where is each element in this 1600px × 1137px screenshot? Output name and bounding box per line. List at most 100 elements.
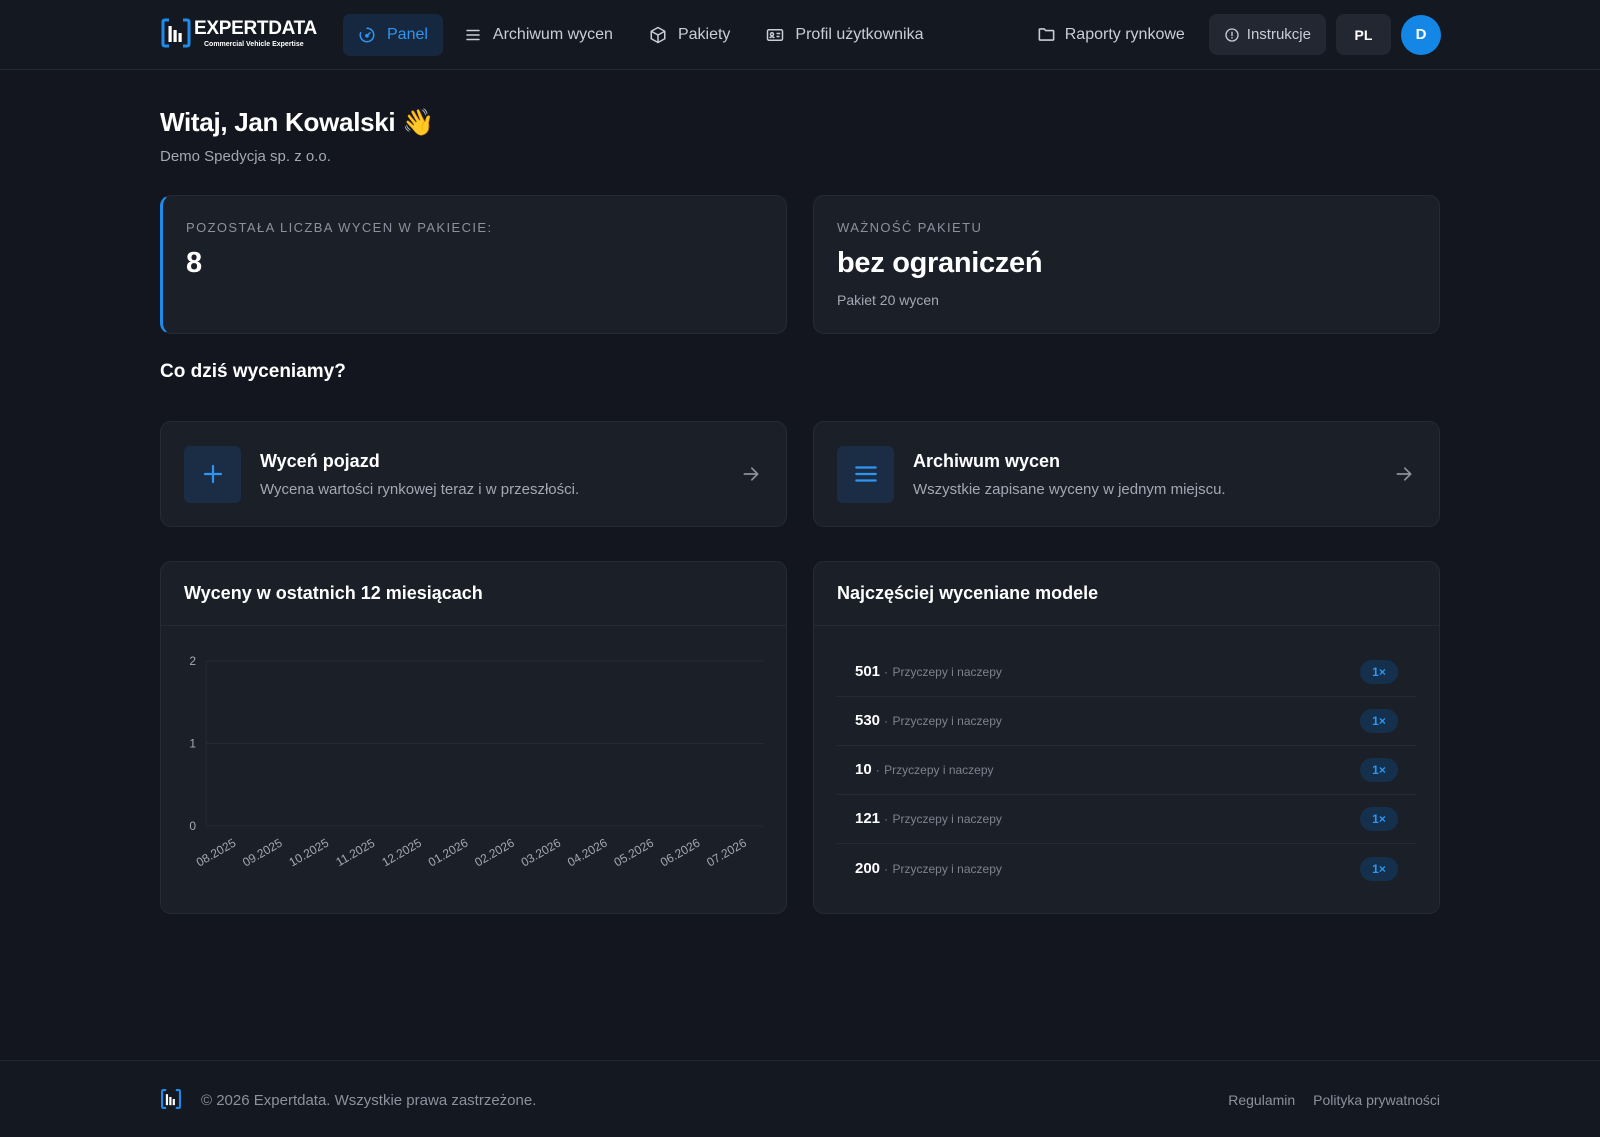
nav-profile-label: Profil użytkownika bbox=[795, 26, 924, 43]
valuations-chart: 0 1 2 08.2025 09.2025 10.2025 11.2025 12.2025 01… bbox=[189, 654, 763, 870]
x-tick-label: 08.2025 bbox=[194, 835, 239, 869]
y-tick-label: 0 bbox=[189, 819, 196, 833]
language-switcher[interactable]: PL bbox=[1336, 14, 1391, 55]
list-icon-tile bbox=[837, 445, 894, 503]
list-item[interactable]: 121 · Przyczepy i naczepy 1× bbox=[837, 795, 1416, 844]
footer: © 2026 Expertdata. Wszystkie prawa zastr… bbox=[0, 1060, 1600, 1137]
terms-link[interactable]: Regulamin bbox=[1228, 1092, 1295, 1108]
privacy-link[interactable]: Polityka prywatności bbox=[1313, 1092, 1440, 1108]
user-avatar[interactable]: D bbox=[1401, 14, 1441, 55]
nav-packages-label: Pakiety bbox=[677, 26, 731, 43]
archive-card[interactable]: Archiwum wycen Wszystkie zapisane wyceny… bbox=[813, 421, 1440, 527]
y-tick-label: 1 bbox=[189, 737, 196, 751]
model-separator: · bbox=[875, 763, 880, 777]
remaining-valuations-card: POZOSTAŁA LICZBA WYCEN W PAKIECIE: 8 bbox=[160, 195, 787, 334]
count-badge: 1× bbox=[1360, 856, 1398, 881]
top-navigation-bar: EXPERTDATA Commercial Vehicle Expertise … bbox=[0, 0, 1600, 70]
x-tick-label: 11.2025 bbox=[333, 836, 377, 870]
x-tick-label: 10.2025 bbox=[287, 835, 332, 869]
archive-title: Archiwum wycen bbox=[913, 450, 1061, 471]
x-tick-label: 06.2026 bbox=[658, 835, 703, 869]
model-separator: · bbox=[884, 861, 889, 876]
nav-archive-label: Archiwum wycen bbox=[492, 26, 613, 43]
package-validity-card: WAŻNOŚĆ PAKIETU bez ograniczeń Pakiet 20… bbox=[813, 195, 1440, 334]
instructions-button[interactable]: Instrukcje bbox=[1208, 14, 1326, 55]
x-tick-label: 03.2026 bbox=[519, 835, 564, 869]
package-validity-value: bez ograniczeń bbox=[837, 247, 1043, 279]
nav-packages[interactable]: Pakiety bbox=[634, 14, 745, 56]
nav-right-group: Raporty rynkowe Instrukcje PL D bbox=[1037, 14, 1441, 55]
copyright: © 2026 Expertdata. Wszystkie prawa zastr… bbox=[201, 1092, 537, 1109]
valuations-chart-panel: Wyceny w ostatnich 12 miesiącach 0 1 2 08.2… bbox=[160, 561, 787, 914]
package-name: Pakiet 20 wycen bbox=[837, 292, 939, 308]
arrow-right-icon bbox=[1396, 467, 1412, 481]
nav-archive[interactable]: Archiwum wycen bbox=[449, 14, 628, 56]
greeting-title: Witaj, Jan Kowalski 👋 bbox=[160, 107, 435, 137]
y-tick-label: 2 bbox=[189, 654, 196, 668]
section-title: Co dziś wyceniamy? bbox=[160, 361, 346, 382]
model-category: Przyczepy i naczepy bbox=[892, 861, 1002, 876]
model-category: Przyczepy i naczepy bbox=[892, 812, 1002, 826]
folder-icon bbox=[1038, 28, 1055, 41]
plus-icon bbox=[203, 464, 222, 484]
market-reports-link[interactable]: Raporty rynkowe bbox=[1037, 25, 1185, 44]
list-item[interactable]: 200 · Przyczepy i naczepy 1× bbox=[837, 844, 1416, 893]
arrow-right-icon bbox=[743, 467, 759, 481]
x-tick-label: 05.2026 bbox=[611, 835, 656, 869]
x-tick-label: 02.2026 bbox=[472, 835, 517, 869]
model-separator: · bbox=[884, 665, 889, 679]
valuate-vehicle-title: Wyceń pojazd bbox=[260, 450, 380, 471]
footer-logo-icon bbox=[161, 1089, 181, 1109]
instructions-label: Instrukcje bbox=[1246, 26, 1311, 43]
chart-panel-title: Wyceny w ostatnich 12 miesiącach bbox=[161, 562, 786, 626]
model-separator: · bbox=[884, 812, 889, 826]
model-name: 10 bbox=[855, 761, 872, 778]
models-panel-title: Najczęściej wyceniane modele bbox=[814, 562, 1439, 626]
list-item[interactable]: 501 · Przyczepy i naczepy 1× bbox=[837, 648, 1416, 697]
info-icon bbox=[1225, 27, 1239, 42]
model-name: 200 bbox=[855, 859, 881, 877]
main-nav: Panel Archiwum wycen Pakiety Profil użyt… bbox=[343, 14, 944, 56]
nav-panel-label: Panel bbox=[387, 26, 428, 43]
archive-desc: Wszystkie zapisane wyceny w jednym miejs… bbox=[913, 480, 1226, 498]
count-badge: 1× bbox=[1360, 660, 1398, 684]
package-icon bbox=[650, 26, 666, 44]
plus-icon-tile bbox=[184, 445, 241, 503]
valuate-vehicle-card[interactable]: Wyceń pojazd Wycena wartości rynkowej te… bbox=[160, 421, 787, 527]
package-validity-label: WAŻNOŚĆ PAKIETU bbox=[837, 220, 983, 235]
x-tick-label: 09.2025 bbox=[240, 835, 285, 869]
models-list: 501 · Przyczepy i naczepy 1× 530 · Przycze… bbox=[814, 626, 1439, 893]
brand-logo[interactable]: EXPERTDATA Commercial Vehicle Expertise bbox=[160, 17, 317, 49]
gauge-icon bbox=[359, 27, 375, 43]
count-badge: 1× bbox=[1360, 709, 1398, 733]
count-badge: 1× bbox=[1360, 758, 1398, 782]
model-category: Przyczepy i naczepy bbox=[892, 665, 1002, 679]
model-name: 530 bbox=[855, 712, 881, 729]
list-icon bbox=[466, 29, 480, 41]
footer-links: Regulamin Polityka prywatności bbox=[1210, 1092, 1440, 1108]
x-tick-label: 04.2026 bbox=[565, 835, 610, 869]
valuate-vehicle-desc: Wycena wartości rynkowej teraz i w przes… bbox=[260, 480, 580, 498]
greeting: Witaj, Jan Kowalski 👋 Demo Spedycja sp. … bbox=[160, 107, 435, 165]
top-models-panel: Najczęściej wyceniane modele 501 · Przycz… bbox=[813, 561, 1440, 914]
model-name: 121 bbox=[855, 810, 881, 827]
brand-name: EXPERTDATA bbox=[194, 17, 317, 39]
remaining-valuations-value: 8 bbox=[186, 247, 202, 279]
model-category: Przyczepy i naczepy bbox=[884, 763, 994, 777]
list-item[interactable]: 10 · Przyczepy i naczepy 1× bbox=[837, 746, 1416, 795]
list-item[interactable]: 530 · Przyczepy i naczepy 1× bbox=[837, 697, 1416, 746]
model-name: 501 bbox=[855, 663, 881, 680]
company-name: Demo Spedycja sp. z o.o. bbox=[160, 148, 331, 165]
count-badge: 1× bbox=[1360, 807, 1398, 831]
model-separator: · bbox=[884, 714, 889, 728]
logo-bars-icon bbox=[161, 18, 191, 48]
x-tick-label: 01.2026 bbox=[426, 835, 471, 869]
remaining-valuations-label: POZOSTAŁA LICZBA WYCEN W PAKIECIE: bbox=[186, 220, 493, 235]
id-card-icon bbox=[767, 29, 784, 41]
x-tick-label: 07.2026 bbox=[704, 835, 749, 869]
model-category: Przyczepy i naczepy bbox=[892, 714, 1002, 728]
market-reports-label: Raporty rynkowe bbox=[1064, 25, 1185, 43]
list-icon bbox=[854, 466, 877, 482]
nav-panel[interactable]: Panel bbox=[343, 14, 443, 56]
nav-profile[interactable]: Profil użytkownika bbox=[751, 14, 938, 56]
